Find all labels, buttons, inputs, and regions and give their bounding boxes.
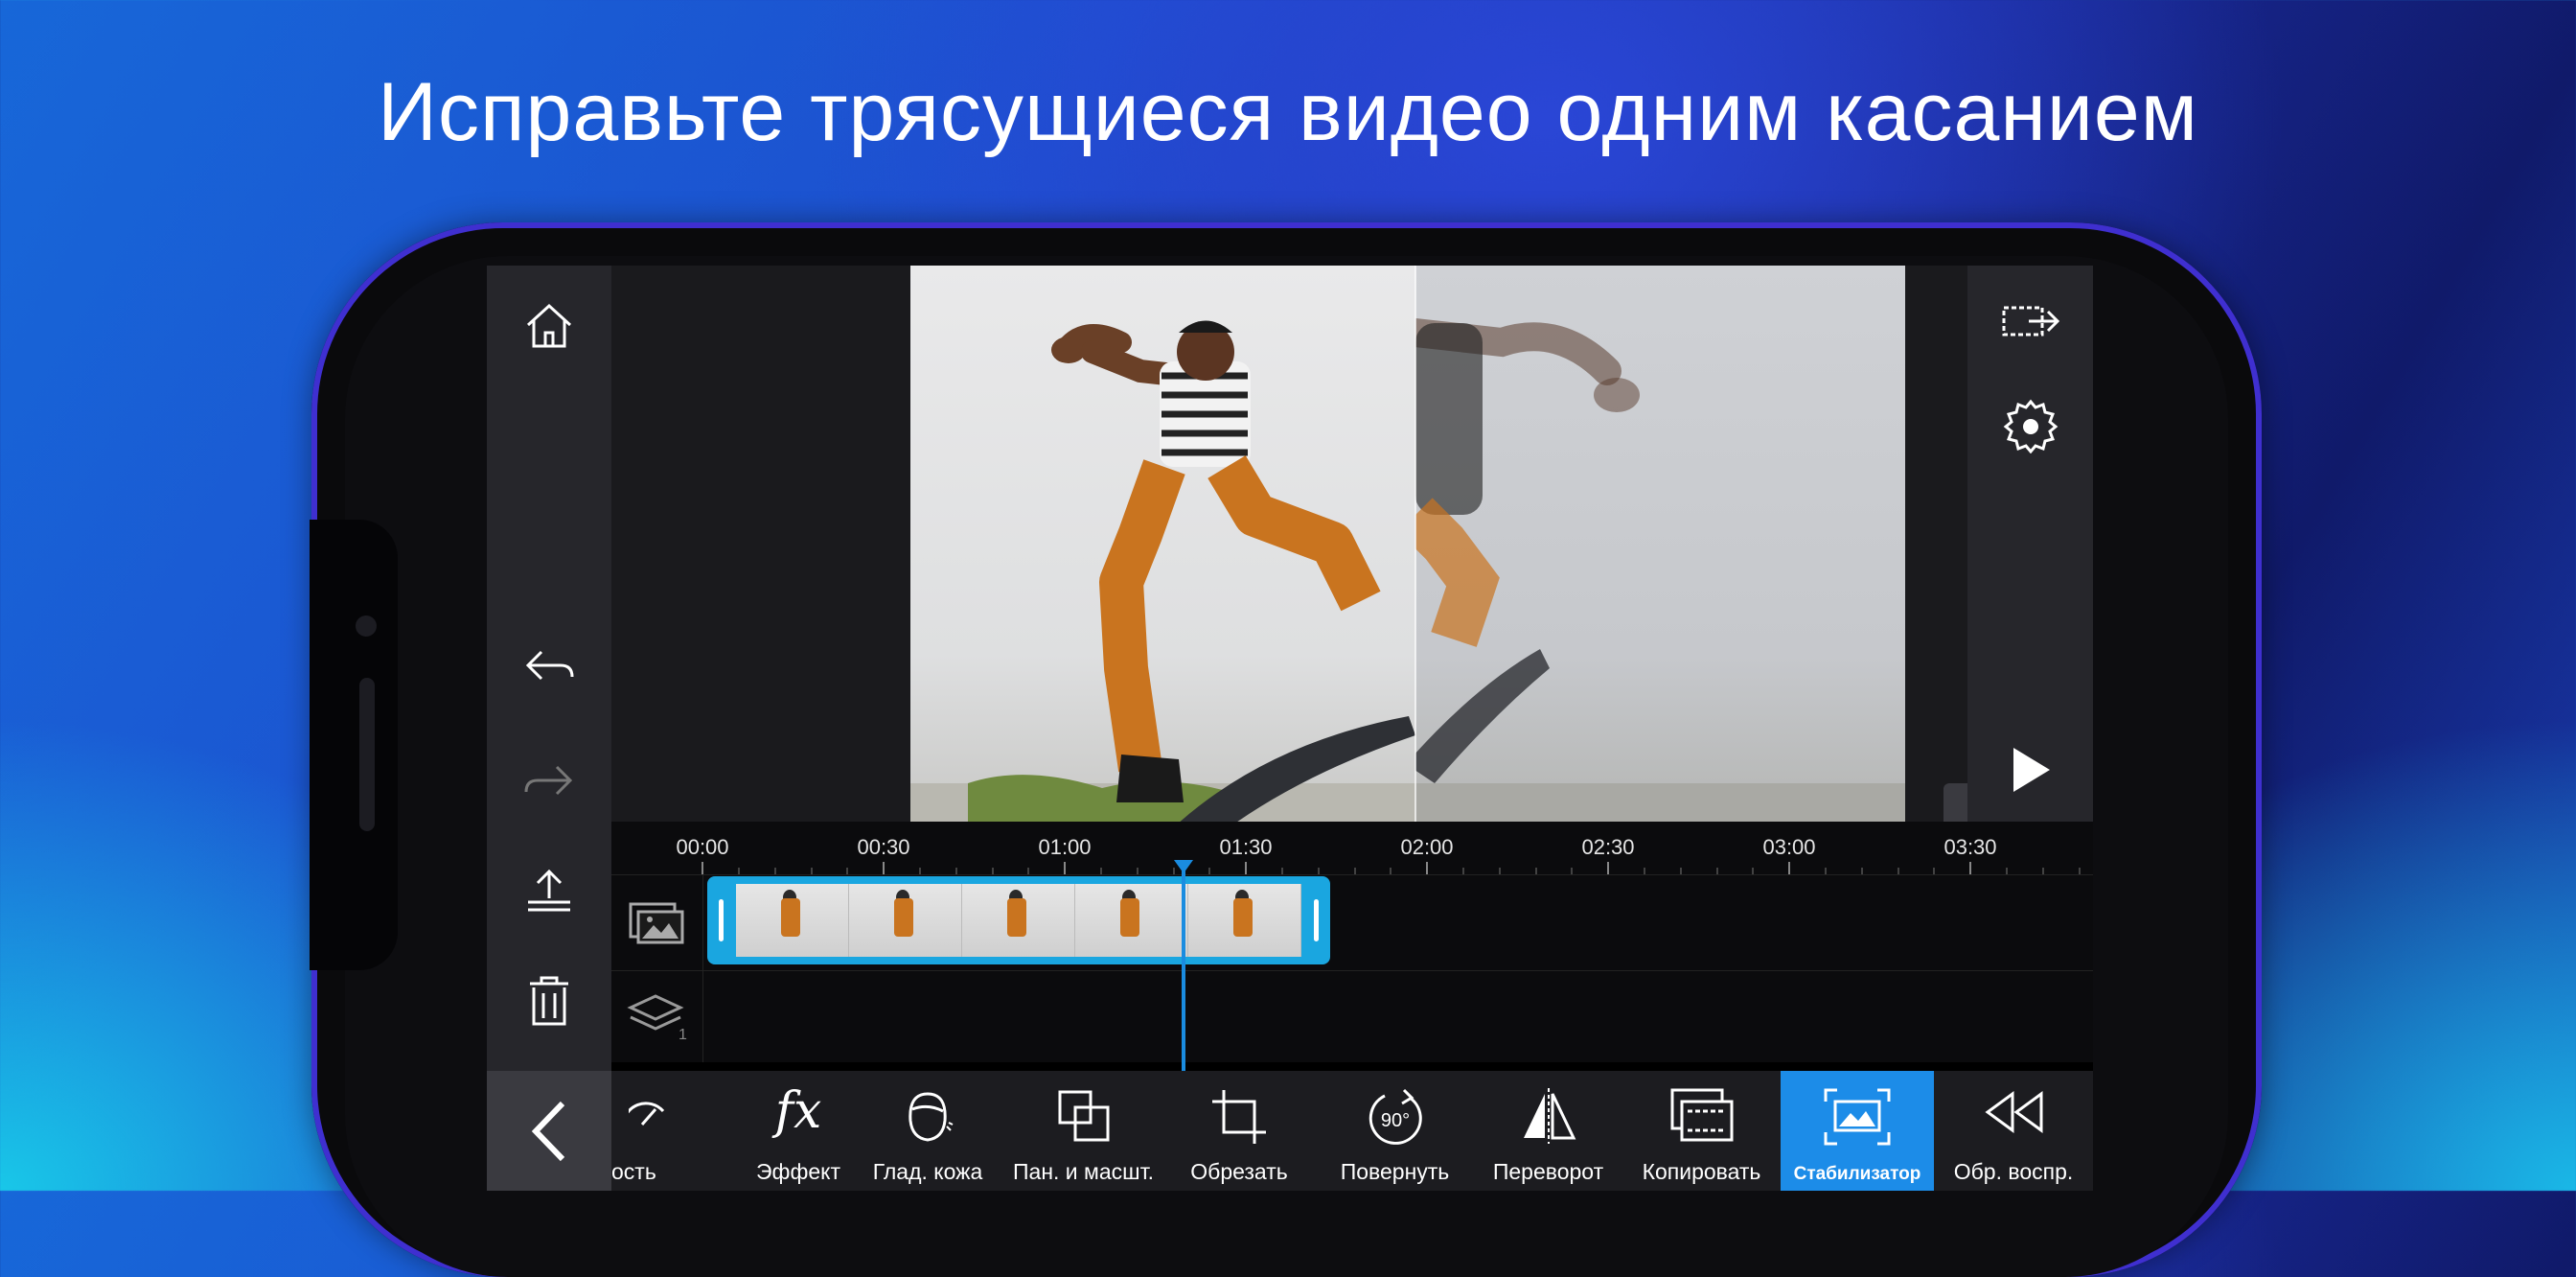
skin-smooth-icon <box>901 1088 954 1149</box>
tool-rotate[interactable]: 90° Повернуть <box>1316 1071 1474 1191</box>
preview-original-half <box>910 266 1415 822</box>
clip-left-handle[interactable] <box>719 899 724 941</box>
timeline-ruler[interactable]: 00:00 00:30 01:00 01:30 02:00 02:30 03:0… <box>611 822 2093 874</box>
left-sidebar <box>487 266 611 1191</box>
clip-thumbnail <box>1188 884 1301 957</box>
clip-thumbnail <box>1075 884 1188 957</box>
tool-speed[interactable]: ость <box>611 1071 669 1191</box>
tool-copy[interactable]: Копировать <box>1622 1071 1781 1191</box>
overlay-track: 1 <box>611 970 2093 1062</box>
export-icon[interactable] <box>1996 294 2065 348</box>
clip-thumbnails <box>736 884 1301 957</box>
layer-count: 1 <box>678 1027 687 1043</box>
tool-label: Обр. воспр. <box>1953 1159 2074 1184</box>
copy-icon <box>1670 1088 1734 1149</box>
tool-label: Стабилизатор <box>1793 1164 1921 1184</box>
blurred-skater-figure <box>1398 318 1905 822</box>
home-icon[interactable] <box>518 294 580 356</box>
split-divider[interactable] <box>1414 266 1416 822</box>
headline: Исправьте трясущиеся видео одним касание… <box>378 66 2198 158</box>
tool-skin-smooth[interactable]: Глад. кожа <box>851 1071 1004 1191</box>
rotate-badge: 90° <box>1380 1110 1409 1131</box>
undo-icon[interactable] <box>518 635 580 696</box>
pan-zoom-icon <box>1056 1088 1112 1149</box>
video-preview <box>910 266 1905 822</box>
rotate-icon: 90° <box>1366 1088 1425 1152</box>
tool-label: ость <box>611 1159 656 1184</box>
flip-icon <box>1520 1088 1577 1149</box>
app-screen: 00:00 00:30 01:00 01:30 02:00 02:30 03:0… <box>487 266 2093 1191</box>
tick-label: 00:00 <box>676 835 729 859</box>
clip-thumbnail <box>849 884 962 957</box>
tick-label: 03:30 <box>1944 835 1997 859</box>
tool-label: Эффект <box>755 1159 841 1184</box>
reverse-icon <box>1982 1088 2045 1141</box>
speaker-slot <box>359 678 375 831</box>
camera-dot <box>356 615 377 637</box>
settings-gear-icon[interactable] <box>1996 390 2065 459</box>
overlay-track-header[interactable]: 1 <box>611 971 703 1062</box>
tick-label: 02:30 <box>1581 835 1635 859</box>
tool-pan-zoom[interactable]: Пан. и масшт. <box>1004 1071 1162 1191</box>
clip-thumbnail <box>962 884 1075 957</box>
tool-reverse[interactable]: Обр. воспр. <box>1934 1071 2093 1191</box>
tool-label: Копировать <box>1642 1159 1761 1184</box>
tick-label: 01:30 <box>1219 835 1273 859</box>
trash-icon[interactable] <box>518 970 580 1032</box>
video-track-header[interactable] <box>611 875 703 971</box>
tool-label: Переворот <box>1492 1159 1604 1184</box>
tick-label: 01:00 <box>1038 835 1092 859</box>
crop-icon <box>1210 1088 1268 1150</box>
clip-right-handle[interactable] <box>1314 899 1319 941</box>
playhead-marker[interactable] <box>1174 860 1193 873</box>
back-button[interactable] <box>487 1071 611 1191</box>
speed-icon <box>621 1088 667 1141</box>
tick-label: 02:00 <box>1400 835 1454 859</box>
stabilizer-icon <box>1824 1088 1891 1150</box>
redo-icon[interactable] <box>518 750 580 811</box>
ruler-ticks <box>702 862 2081 874</box>
edit-toolbar: ость fx Эффект Глад. кожа Пан. и масшт. … <box>611 1071 2093 1191</box>
chevron-left-icon <box>531 1101 565 1161</box>
tool-label: Пан. и масшт. <box>1013 1159 1154 1184</box>
preview-stabilized-half <box>1398 266 1905 822</box>
right-sidebar <box>1967 266 2093 822</box>
video-clip[interactable] <box>707 876 1330 964</box>
preview-background <box>611 266 2045 822</box>
fx-icon: fx <box>774 1082 822 1140</box>
tick-label: 00:30 <box>857 835 910 859</box>
tool-crop[interactable]: Обрезать <box>1162 1071 1316 1191</box>
tool-effect[interactable]: fx Эффект <box>746 1071 851 1191</box>
upload-icon[interactable] <box>518 860 580 921</box>
skater-figure <box>910 320 1415 822</box>
tool-label: Глад. кожа <box>872 1159 983 1184</box>
tool-stabilizer[interactable]: Стабилизатор <box>1781 1071 1934 1191</box>
clip-thumbnail <box>736 884 849 957</box>
tool-label: Обрезать <box>1190 1159 1288 1184</box>
video-track-icon <box>629 902 683 944</box>
phone-notch <box>310 520 398 970</box>
tool-flip[interactable]: Переворот <box>1474 1071 1622 1191</box>
tool-label: Повернуть <box>1340 1159 1450 1184</box>
play-icon[interactable] <box>1996 735 2065 804</box>
tick-label: 03:00 <box>1762 835 1816 859</box>
